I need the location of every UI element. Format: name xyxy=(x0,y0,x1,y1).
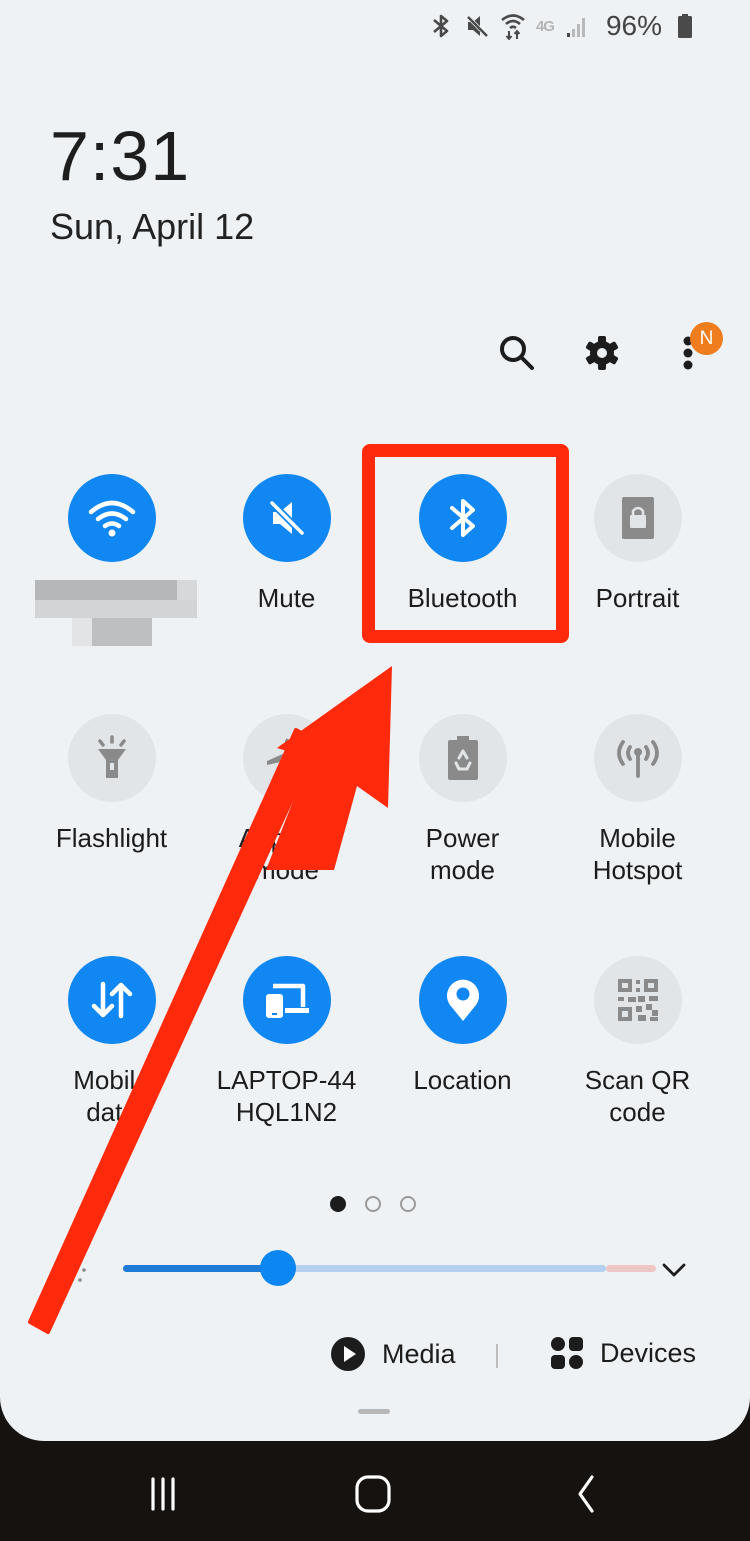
tile-scan-qr[interactable]: Scan QR code xyxy=(550,956,725,1128)
panel-actions xyxy=(0,330,750,386)
media-devices-row: Media Devices xyxy=(0,1334,750,1378)
tile-power-mode[interactable]: Power mode xyxy=(375,714,550,886)
status-bar: 4G 96% xyxy=(428,8,698,44)
tile-power-mode-toggle[interactable] xyxy=(418,714,507,802)
brightness-control xyxy=(50,1250,710,1290)
expand-button[interactable] xyxy=(658,1254,690,1286)
brightness-slider-high-zone xyxy=(606,1265,656,1272)
hotspot-icon xyxy=(616,740,659,778)
settings-button[interactable] xyxy=(577,330,627,380)
tile-mute[interactable]: Mute xyxy=(199,474,374,614)
tile-location-label: Location xyxy=(413,1065,512,1095)
mute-icon xyxy=(268,499,305,537)
navigation-bar xyxy=(0,1441,750,1541)
brightness-slider-track[interactable] xyxy=(123,1265,656,1272)
tile-location-toggle[interactable] xyxy=(418,956,507,1044)
bluetooth-icon xyxy=(449,499,475,537)
tile-portrait-label: Portrait xyxy=(595,583,680,613)
battery-icon xyxy=(672,12,698,40)
tile-airplane-toggle[interactable] xyxy=(242,714,331,802)
notification-badge: N xyxy=(690,322,723,355)
power-mode-icon xyxy=(447,736,478,780)
devices-button[interactable]: Devices xyxy=(550,1336,696,1370)
tile-mobile-hotspot-toggle[interactable] xyxy=(593,714,682,802)
tile-scan-qr-label: Scan QR code xyxy=(584,1065,691,1127)
tile-bluetooth[interactable]: Bluetooth xyxy=(375,474,550,614)
tile-bluetooth-toggle[interactable] xyxy=(418,474,507,562)
tile-bluetooth-label: Bluetooth xyxy=(407,583,518,613)
recents-button[interactable] xyxy=(138,1469,188,1519)
recents-icon xyxy=(151,1477,175,1511)
tile-mobile-hotspot[interactable]: Mobile Hotspot xyxy=(550,714,725,886)
search-button[interactable] xyxy=(492,330,542,380)
tile-portrait[interactable]: Portrait xyxy=(550,474,725,614)
devices-label: Devices xyxy=(600,1337,697,1368)
tile-mobile-hotspot-label: Mobile Hotspot xyxy=(592,823,683,885)
tile-power-mode-label: Power mode xyxy=(425,823,500,885)
brightness-slider-thumb[interactable] xyxy=(259,1250,296,1286)
divider xyxy=(496,1344,498,1368)
clock-time: 7:31 xyxy=(50,117,191,195)
tile-wifi-toggle[interactable] xyxy=(67,474,156,562)
back-icon xyxy=(578,1475,594,1513)
tile-portrait-toggle[interactable] xyxy=(593,474,682,562)
qr-code-icon xyxy=(617,979,658,1021)
play-circle-icon xyxy=(331,1337,365,1371)
tile-mobile-data-label: Mobile data xyxy=(73,1065,150,1127)
media-label: Media xyxy=(382,1338,456,1369)
search-icon xyxy=(498,334,536,377)
wifi-icon xyxy=(88,500,135,537)
tile-airplane[interactable]: Airplane mode xyxy=(199,714,374,886)
gear-icon xyxy=(583,334,621,377)
tile-link-to-pc-toggle[interactable] xyxy=(242,956,331,1044)
tile-flashlight[interactable]: Flashlight xyxy=(24,714,199,854)
location-pin-icon xyxy=(446,979,479,1021)
brightness-icon xyxy=(50,1250,90,1290)
network-type-label: 4G xyxy=(535,17,555,35)
tile-link-to-pc[interactable]: LAPTOP-44 HQL1N2 xyxy=(199,956,374,1128)
tile-location[interactable]: Location xyxy=(375,956,550,1096)
flashlight-icon xyxy=(97,735,126,778)
tile-flashlight-label: Flashlight xyxy=(55,823,168,853)
tile-mute-toggle[interactable] xyxy=(242,474,331,562)
page-dot-3[interactable] xyxy=(400,1196,416,1212)
bluetooth-status-icon xyxy=(428,12,454,40)
airplane-icon xyxy=(266,738,307,780)
quick-settings-panel: 4G 96% 7:31 Sun, April 12 N Mute Bluetoo… xyxy=(0,0,750,1441)
chevron-down-icon xyxy=(662,1263,686,1277)
link-to-pc-icon xyxy=(265,983,309,1018)
clock-date: Sun, April 12 xyxy=(50,206,255,247)
mobile-data-icon xyxy=(91,981,132,1019)
tile-wifi[interactable] xyxy=(24,474,199,646)
signal-icon xyxy=(564,12,590,40)
wifi-status-icon xyxy=(500,12,526,40)
home-button[interactable] xyxy=(348,1469,398,1519)
tile-link-to-pc-label: LAPTOP-44 HQL1N2 xyxy=(216,1065,357,1127)
media-button[interactable]: Media xyxy=(330,1336,456,1372)
brightness-slider-fill xyxy=(123,1265,278,1272)
mute-status-icon xyxy=(464,12,490,40)
home-icon xyxy=(355,1475,391,1513)
tile-scan-qr-toggle[interactable] xyxy=(593,956,682,1044)
tile-mobile-data-toggle[interactable] xyxy=(67,956,156,1044)
tile-airplane-label: Airplane mode xyxy=(238,823,335,885)
back-button[interactable] xyxy=(560,1469,610,1519)
tile-wifi-label-obscured xyxy=(27,580,197,646)
page-dot-1[interactable] xyxy=(330,1196,346,1212)
panel-drag-handle[interactable] xyxy=(358,1409,390,1414)
tile-flashlight-toggle[interactable] xyxy=(67,714,156,802)
tile-mobile-data[interactable]: Mobile data xyxy=(24,956,199,1128)
battery-percent: 96% xyxy=(605,10,662,41)
portrait-lock-icon xyxy=(621,497,654,539)
page-indicator xyxy=(330,1196,416,1212)
tile-mute-label: Mute xyxy=(257,583,316,613)
page-dot-2[interactable] xyxy=(365,1196,381,1212)
devices-grid-icon xyxy=(551,1337,583,1369)
